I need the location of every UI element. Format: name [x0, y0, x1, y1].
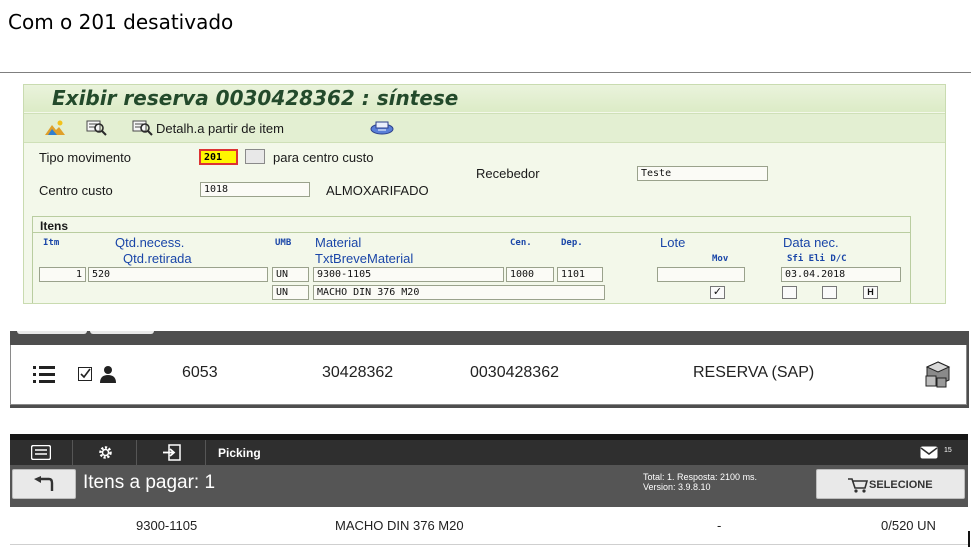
reserva-panel: 6053 30428362 0030428362 RESERVA (SAP) — [10, 331, 969, 408]
col-umb: UMB — [275, 238, 292, 248]
list-icon[interactable] — [33, 365, 55, 390]
picking-header: Itens a pagar: 1 Total: 1. Resposta: 210… — [10, 465, 968, 507]
inbox-icon[interactable] — [920, 446, 942, 465]
col-material: Material — [315, 235, 362, 250]
items-to-pay-title: Itens a pagar: 1 — [83, 472, 216, 493]
picking-nav-bar: Picking 15 — [10, 440, 968, 465]
umb-field[interactable]: UN — [272, 267, 309, 282]
sap-screen: Exibir reserva 0030428362 : síntese Deta… — [23, 84, 946, 304]
itens-group: Itens Itm Qtd.necess. UMB Material Cen. … — [32, 216, 911, 303]
search-icon[interactable] — [86, 119, 108, 137]
umb-field-2[interactable]: UN — [272, 285, 309, 300]
centro-custo-description: ALMOXARIFADO — [326, 183, 429, 198]
printer-icon[interactable] — [370, 119, 394, 137]
check-icon[interactable] — [78, 367, 92, 386]
inbox-badge: 15 — [944, 447, 952, 454]
item-number-field[interactable]: 1 — [39, 267, 86, 282]
tipo-movimento-label: Tipo movimento — [39, 150, 131, 165]
qtd-field[interactable]: 520 — [88, 267, 268, 282]
reserva-code: 6053 — [182, 364, 218, 381]
item-code: 9300-1105 — [136, 518, 198, 533]
matchcode-button[interactable] — [245, 149, 265, 164]
exit-button[interactable] — [137, 440, 206, 465]
select-label: SELECIONE — [869, 479, 933, 491]
data-nec-field[interactable]: 03.04.2018 — [781, 267, 901, 282]
reserva-row[interactable]: 6053 30428362 0030428362 RESERVA (SAP) — [10, 345, 967, 405]
menu-button[interactable] — [10, 440, 73, 465]
reserva-id: 0030428362 — [470, 364, 559, 381]
col-sfi-eli-dc: Sfi Eli D/C — [787, 254, 847, 264]
search-detail-icon[interactable] — [132, 119, 154, 137]
tipo-movimento-field[interactable]: 201 — [199, 149, 238, 165]
lote-field[interactable] — [657, 267, 745, 282]
material-field[interactable]: 9300-1105 — [313, 267, 504, 282]
cart-icon — [848, 477, 869, 498]
settings-button[interactable] — [73, 440, 137, 465]
nav-title: Picking — [218, 446, 261, 460]
sap-title: Exibir reserva 0030428362 : síntese — [52, 86, 459, 110]
col-cen: Cen. — [510, 238, 532, 248]
picking-item-row[interactable]: 9300-1105 MACHO DIN 376 M20 - 0/520 UN — [10, 507, 968, 545]
reserva-type: RESERVA (SAP) — [693, 364, 815, 381]
col-lote: Lote — [660, 235, 686, 250]
select-button[interactable]: SELECIONE — [816, 469, 965, 499]
col-itm: Itm — [43, 238, 60, 248]
item-quantity: 0/520 UN — [881, 518, 936, 533]
stats-line-2: Version: 3.9.8.10 — [643, 482, 711, 492]
recebedor-field[interactable]: Teste — [637, 166, 768, 181]
col-qtd-necess: Qtd.necess. — [115, 235, 185, 250]
col-txt-breve: TxtBreveMaterial — [315, 251, 414, 266]
eli-checkbox[interactable] — [822, 286, 837, 299]
gear-icon — [97, 444, 114, 466]
detail-from-item-button[interactable]: Detalh.a partir de item — [156, 121, 284, 136]
tipo-movimento-suffix: para centro custo — [273, 150, 374, 165]
person-icon[interactable] — [99, 365, 117, 388]
item-lot: - — [717, 518, 722, 533]
centro-custo-field[interactable]: 1018 — [200, 182, 310, 197]
message-icon — [30, 444, 52, 465]
stats-line-1: Total: 1. Resposta: 2100 ms. — [643, 472, 758, 482]
reserva-number: 30428362 — [322, 364, 394, 381]
response-stats: Total: 1. Resposta: 2100 ms. Version: 3.… — [643, 472, 757, 492]
back-arrow-icon — [34, 476, 54, 498]
mountain-icon[interactable] — [44, 119, 66, 137]
item-description: MACHO DIN 376 M20 — [335, 518, 464, 533]
col-qtd-retirada: Qtd.retirada — [123, 251, 192, 266]
mov-checkbox[interactable]: ✓ — [710, 286, 725, 299]
slide-heading: Com o 201 desativado — [8, 10, 234, 34]
col-data-nec: Data nec. — [783, 235, 839, 250]
boxes-icon[interactable] — [923, 360, 953, 395]
login-icon — [163, 444, 181, 466]
separator-line — [0, 72, 971, 73]
txt-breve-field[interactable]: MACHO DIN 376 M20 — [313, 285, 605, 300]
sap-toolbar: Detalh.a partir de item — [24, 113, 945, 143]
sap-title-bar: Exibir reserva 0030428362 : síntese — [24, 85, 945, 112]
centro-custo-label: Centro custo — [39, 183, 113, 198]
sfi-checkbox[interactable] — [782, 286, 797, 299]
recebedor-label: Recebedor — [476, 166, 540, 181]
back-button[interactable] — [12, 469, 76, 499]
col-dep: Dep. — [561, 238, 583, 248]
deposito-field[interactable]: 1101 — [557, 267, 603, 282]
itens-title: Itens — [40, 219, 69, 233]
centro-field[interactable]: 1000 — [506, 267, 554, 282]
col-mov: Mov — [712, 254, 729, 264]
dc-field[interactable]: H — [863, 286, 878, 299]
